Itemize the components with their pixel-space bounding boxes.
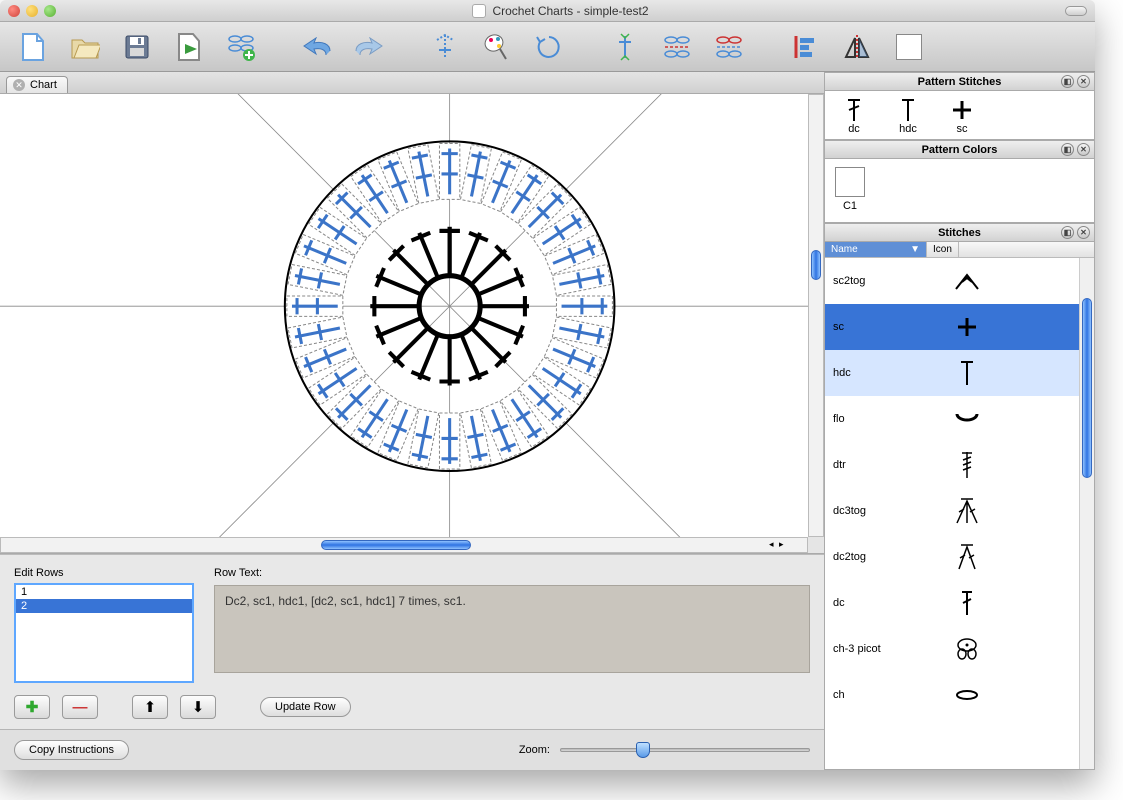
vertical-scrollbar[interactable] [808,94,824,537]
pattern-stitch-hdc[interactable]: hdc [893,97,923,135]
panel-detach-icon[interactable]: ◧ [1061,143,1074,156]
tool-align-button[interactable] [788,30,822,64]
window-title: Crochet Charts - simple-test2 [492,4,648,18]
zoom-window-button[interactable] [44,5,56,17]
panel-close-icon[interactable]: ✕ [1077,75,1090,88]
tool-rows-a-button[interactable] [660,30,694,64]
minimize-window-button[interactable] [26,5,38,17]
horizontal-scrollbar[interactable]: ◂▸ [0,537,808,553]
panel-close-icon[interactable]: ✕ [1077,143,1090,156]
stitches-scrollbar[interactable] [1079,258,1094,769]
stitch-row[interactable]: hdc [825,350,1094,396]
tool-mirror-button[interactable] [840,30,874,64]
zoom-slider[interactable] [560,748,810,752]
minus-icon: — [73,699,88,716]
pattern-stitches-panel: Pattern Stitches ◧✕ dc hdc sc [824,72,1095,140]
move-down-button[interactable]: ⬇ [180,695,216,719]
tab-bar: ✕ Chart [0,72,824,94]
edit-rows-label: Edit Rows [14,567,194,579]
stitches-table-header[interactable]: Name▼ Icon [825,242,1094,258]
color-swatch-c1[interactable]: C1 [835,167,1084,212]
stitches-panel: Stitches ◧✕ Name▼ Icon sc2tog sc hdc flo… [824,223,1095,770]
slider-thumb[interactable] [636,742,650,758]
redo-button[interactable] [352,30,386,64]
stitches-list[interactable]: sc2tog sc hdc flo dtr dc3tog dc2tog dc c… [825,258,1094,769]
tool-scale-button[interactable] [608,30,642,64]
panel-detach-icon[interactable]: ◧ [1061,226,1074,239]
plus-icon: ✚ [26,698,39,716]
panel-close-icon[interactable]: ✕ [1077,226,1090,239]
tab-close-icon[interactable]: ✕ [13,79,25,91]
add-stitches-button[interactable] [224,30,258,64]
stitch-row[interactable]: ch-3 picot [825,626,1094,672]
export-button[interactable] [172,30,206,64]
stitch-row[interactable]: dtr [825,442,1094,488]
titlebar: Crochet Charts - simple-test2 [0,0,1095,22]
panel-title: Pattern Colors [922,144,998,156]
bottom-bar: Copy Instructions Zoom: [0,729,824,770]
zoom-label: Zoom: [519,744,550,756]
tool-stitch-button[interactable] [428,30,462,64]
rows-list[interactable]: 1 2 [14,583,194,683]
save-button[interactable] [120,30,154,64]
remove-row-button[interactable]: — [62,695,98,719]
tool-color-button[interactable] [480,30,514,64]
panel-title: Stitches [938,227,981,239]
stitch-row[interactable]: sc2tog [825,258,1094,304]
chart-canvas[interactable]: ◂▸ [0,94,824,554]
stitch-row[interactable]: dc3tog [825,488,1094,534]
stitch-row[interactable]: dc [825,580,1094,626]
toolbar-toggle-button[interactable] [1065,6,1087,16]
app-icon [472,4,486,18]
pattern-stitch-sc[interactable]: sc [947,97,977,135]
tool-rows-b-button[interactable] [712,30,746,64]
open-file-button[interactable] [68,30,102,64]
panel-title: Pattern Stitches [918,76,1002,88]
row-item[interactable]: 2 [16,599,192,613]
new-file-button[interactable] [16,30,50,64]
color-swatch-button[interactable] [892,30,926,64]
stitch-row[interactable]: ch [825,672,1094,718]
stitch-row[interactable]: flo [825,396,1094,442]
stitch-row[interactable]: dc2tog [825,534,1094,580]
arrow-up-icon: ⬆ [144,698,157,716]
tab-label: Chart [30,79,57,91]
arrow-down-icon: ⬇ [192,698,205,716]
close-window-button[interactable] [8,5,20,17]
stitch-row[interactable]: sc [825,304,1094,350]
pattern-stitch-dc[interactable]: dc [839,97,869,135]
toolbar [0,22,1095,72]
panel-detach-icon[interactable]: ◧ [1061,75,1074,88]
tab-chart[interactable]: ✕ Chart [6,76,68,93]
move-up-button[interactable]: ⬆ [132,695,168,719]
row-text-area[interactable]: Dc2, sc1, hdc1, [dc2, sc1, hdc1] 7 times… [214,585,810,673]
tool-rotate-button[interactable] [532,30,566,64]
pattern-colors-panel: Pattern Colors ◧✕ C1 [824,140,1095,223]
copy-instructions-button[interactable]: Copy Instructions [14,740,129,760]
row-item[interactable]: 1 [16,585,192,599]
row-text-label: Row Text: [214,567,810,579]
add-row-button[interactable]: ✚ [14,695,50,719]
edit-rows-panel: Edit Rows 1 2 Row Text: Dc2, sc1, hdc1, … [0,554,824,729]
undo-button[interactable] [300,30,334,64]
update-row-button[interactable]: Update Row [260,697,351,717]
